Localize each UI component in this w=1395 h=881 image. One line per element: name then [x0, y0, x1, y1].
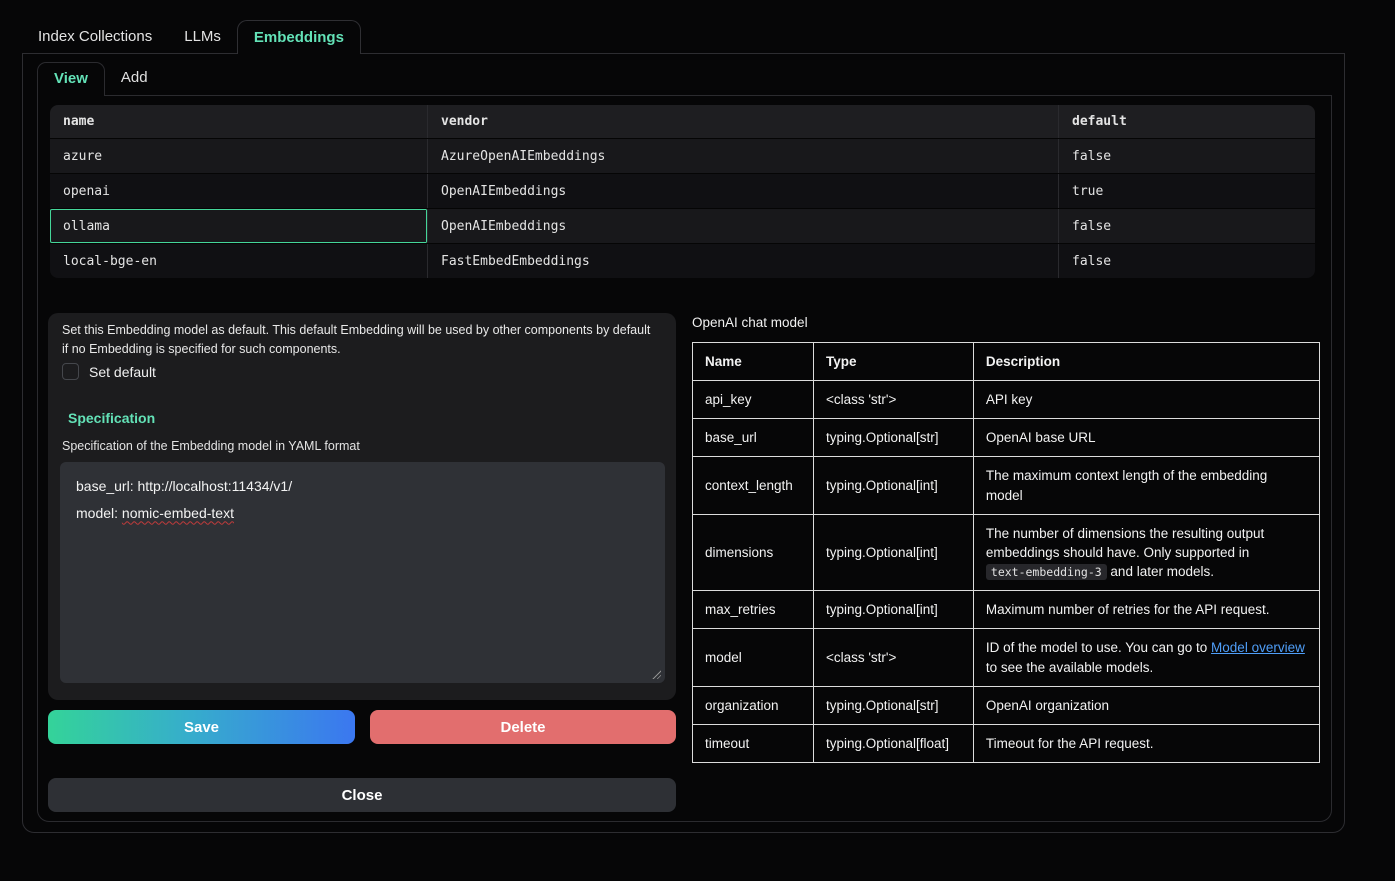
param-description: API key [973, 381, 1319, 419]
details-row-api-key: api_key<class 'str'>API key [693, 381, 1320, 419]
details-title: OpenAI chat model [692, 315, 808, 330]
close-button[interactable]: Close [48, 778, 676, 812]
cell-ollama-name[interactable]: ollama [50, 209, 428, 243]
save-button[interactable]: Save [48, 710, 355, 744]
cell-openai-name[interactable]: openai [50, 174, 428, 208]
cell-openai-default[interactable]: true [1059, 174, 1315, 208]
resize-handle-icon[interactable] [651, 669, 661, 679]
tab-embeddings[interactable]: Embeddings [237, 20, 361, 54]
param-name: base_url [693, 419, 814, 457]
param-description: The maximum context length of the embedd… [973, 457, 1319, 514]
details-column-description: Description [973, 343, 1319, 381]
param-name: dimensions [693, 514, 814, 590]
details-column-name: Name [693, 343, 814, 381]
details-row-organization: organizationtyping.Optional[str]OpenAI o… [693, 686, 1320, 724]
param-type: typing.Optional[int] [813, 457, 973, 514]
cell-local-bge-en-default[interactable]: false [1059, 244, 1315, 278]
details-row-context-length: context_lengthtyping.Optional[int]The ma… [693, 457, 1320, 514]
param-description: OpenAI base URL [973, 419, 1319, 457]
param-name: context_length [693, 457, 814, 514]
sub-tab-bar: ViewAdd [37, 62, 164, 96]
cell-azure-vendor[interactable]: AzureOpenAIEmbeddings [428, 139, 1059, 173]
model-overview-link[interactable]: Model overview [1211, 640, 1305, 655]
column-header-default: default [1059, 105, 1315, 138]
set-default-checkbox[interactable] [62, 363, 79, 380]
param-name: timeout [693, 724, 814, 762]
embeddings-page: Index CollectionsLLMsEmbeddings ViewAdd … [0, 0, 1395, 881]
details-row-timeout: timeouttyping.Optional[float]Timeout for… [693, 724, 1320, 762]
column-header-name: name [50, 105, 428, 138]
param-type: typing.Optional[int] [813, 591, 973, 629]
yaml-line-2: model: nomic-embed-text [76, 500, 649, 527]
param-name: model [693, 629, 814, 686]
specification-heading: Specification [68, 410, 155, 426]
details-row-dimensions: dimensionstyping.Optional[int]The number… [693, 514, 1320, 590]
cell-openai-vendor[interactable]: OpenAIEmbeddings [428, 174, 1059, 208]
param-type: typing.Optional[int] [813, 514, 973, 590]
param-description: Maximum number of retries for the API re… [973, 591, 1319, 629]
yaml-spec-editor[interactable]: base_url: http://localhost:11434/v1/mode… [60, 462, 665, 683]
subtab-view[interactable]: View [37, 62, 105, 96]
details-header-row: NameTypeDescription [693, 343, 1320, 381]
set-default-description: Set this Embedding model as default. Thi… [62, 321, 658, 360]
param-name: api_key [693, 381, 814, 419]
param-description: The number of dimensions the resulting o… [973, 514, 1319, 590]
param-type: typing.Optional[str] [813, 419, 973, 457]
tab-index-collections[interactable]: Index Collections [22, 20, 168, 54]
cell-local-bge-en-vendor[interactable]: FastEmbedEmbeddings [428, 244, 1059, 278]
specification-caption: Specification of the Embedding model in … [62, 439, 360, 453]
param-name: max_retries [693, 591, 814, 629]
table-row-ollama[interactable]: ollamaOpenAIEmbeddingsfalse [50, 208, 1315, 243]
param-type: typing.Optional[float] [813, 724, 973, 762]
subtab-add[interactable]: Add [105, 62, 164, 96]
details-row-model: model<class 'str'>ID of the model to use… [693, 629, 1320, 686]
details-column-type: Type [813, 343, 973, 381]
table-row-openai[interactable]: openaiOpenAIEmbeddingstrue [50, 173, 1315, 208]
param-type: <class 'str'> [813, 381, 973, 419]
embeddings-table: namevendordefaultazureAzureOpenAIEmbeddi… [50, 105, 1315, 278]
set-default-row[interactable]: Set default [62, 363, 156, 380]
main-tab-bar: Index CollectionsLLMsEmbeddings [22, 20, 361, 54]
cell-local-bge-en-name[interactable]: local-bge-en [50, 244, 428, 278]
embedding-config-panel: Set this Embedding model as default. Thi… [48, 313, 676, 700]
column-header-vendor: vendor [428, 105, 1059, 138]
details-row-base-url: base_urltyping.Optional[str]OpenAI base … [693, 419, 1320, 457]
misspelled-word: nomic-embed-text [122, 505, 234, 521]
param-description: OpenAI organization [973, 686, 1319, 724]
set-default-label: Set default [89, 364, 156, 380]
tab-llms[interactable]: LLMs [168, 20, 237, 54]
param-description: ID of the model to use. You can go to Mo… [973, 629, 1319, 686]
param-name: organization [693, 686, 814, 724]
table-row-local-bge-en[interactable]: local-bge-enFastEmbedEmbeddingsfalse [50, 243, 1315, 278]
table-row-azure[interactable]: azureAzureOpenAIEmbeddingsfalse [50, 138, 1315, 173]
cell-azure-default[interactable]: false [1059, 139, 1315, 173]
param-description: Timeout for the API request. [973, 724, 1319, 762]
cell-ollama-vendor[interactable]: OpenAIEmbeddings [428, 209, 1059, 243]
param-type: typing.Optional[str] [813, 686, 973, 724]
delete-button[interactable]: Delete [370, 710, 676, 744]
parameter-description-table: NameTypeDescription api_key<class 'str'>… [692, 342, 1320, 763]
details-row-max-retries: max_retriestyping.Optional[int]Maximum n… [693, 591, 1320, 629]
table-header-row: namevendordefault [50, 105, 1315, 138]
cell-azure-name[interactable]: azure [50, 139, 428, 173]
cell-ollama-default[interactable]: false [1059, 209, 1315, 243]
yaml-line-1: base_url: http://localhost:11434/v1/ [76, 473, 649, 500]
param-type: <class 'str'> [813, 629, 973, 686]
inline-code: text-embedding-3 [986, 564, 1107, 580]
